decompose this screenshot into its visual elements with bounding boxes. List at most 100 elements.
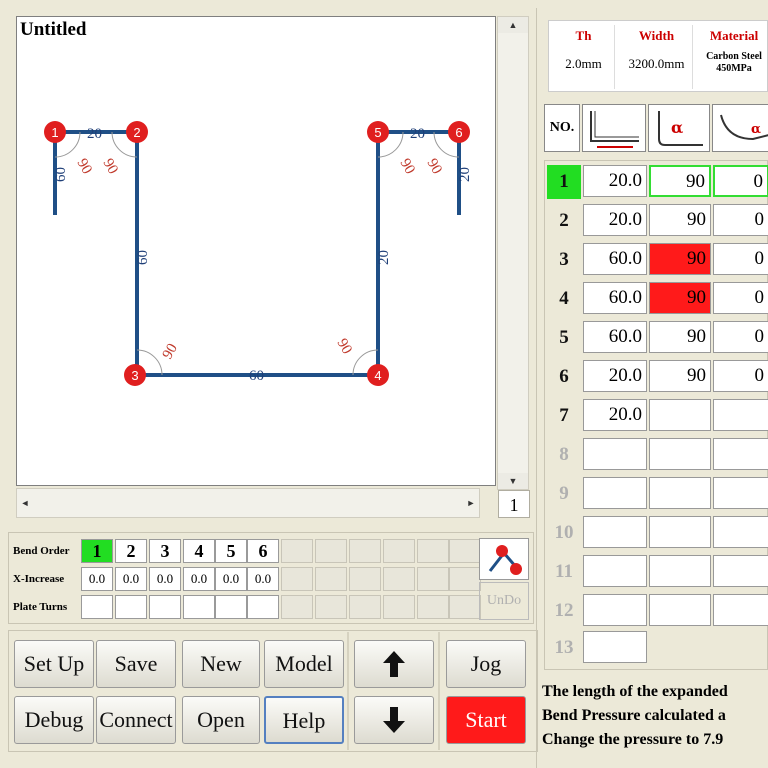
plate-turns-cell[interactable]: [417, 595, 449, 619]
radius-cell[interactable]: 0: [713, 204, 768, 236]
length-cell[interactable]: [583, 477, 647, 509]
length-cell[interactable]: 20.0: [583, 165, 647, 197]
open-button[interactable]: Open: [182, 696, 260, 744]
save-button[interactable]: Save: [96, 640, 176, 688]
length-cell[interactable]: 60.0: [583, 282, 647, 314]
bend-order-cell[interactable]: 5: [215, 539, 247, 563]
plate-turns-cell[interactable]: [183, 595, 215, 619]
bend-order-cell[interactable]: [383, 539, 415, 563]
length-cell[interactable]: [583, 516, 647, 548]
scroll-up-icon[interactable]: ▲: [498, 17, 528, 33]
bend-order-cell[interactable]: [449, 539, 481, 563]
length-cell[interactable]: [583, 594, 647, 626]
angle-cell[interactable]: 90: [649, 243, 711, 275]
scroll-right-icon[interactable]: ►: [463, 489, 479, 517]
radius-cell[interactable]: [713, 438, 768, 470]
x-increase-cell[interactable]: 0.0: [247, 567, 279, 591]
angle-cell[interactable]: 90: [649, 165, 711, 197]
node-marker[interactable]: 5: [367, 121, 389, 143]
radius-cell[interactable]: 0: [713, 165, 768, 197]
angle-cell[interactable]: [649, 555, 711, 587]
length-cell[interactable]: [583, 555, 647, 587]
start-button[interactable]: Start: [446, 696, 526, 744]
x-increase-cell[interactable]: 0.0: [115, 567, 147, 591]
bend-order-cell[interactable]: [281, 539, 313, 563]
plate-turns-cell[interactable]: [247, 595, 279, 619]
bend-order-cell[interactable]: 2: [115, 539, 147, 563]
x-increase-cell[interactable]: [417, 567, 449, 591]
plate-turns-cell[interactable]: [383, 595, 415, 619]
radius-cell[interactable]: 0: [713, 360, 768, 392]
x-increase-cell[interactable]: 0.0: [183, 567, 215, 591]
length-cell[interactable]: 20.0: [583, 204, 647, 236]
row-number[interactable]: 13: [547, 631, 581, 665]
horizontal-scrollbar[interactable]: ◄ ►: [16, 488, 480, 518]
connect-button[interactable]: Connect: [96, 696, 176, 744]
drawing-canvas[interactable]: Untitled 20 20 60 60 60 20 20 90 90 90 9…: [16, 16, 496, 486]
setup-button[interactable]: Set Up: [14, 640, 94, 688]
x-increase-cell[interactable]: 0.0: [149, 567, 181, 591]
length-cell[interactable]: 60.0: [583, 321, 647, 353]
row-number[interactable]: 9: [547, 477, 581, 511]
radius-cell[interactable]: [713, 594, 768, 626]
row-number[interactable]: 8: [547, 438, 581, 472]
x-increase-cell[interactable]: 0.0: [81, 567, 113, 591]
plate-turns-cell[interactable]: [115, 595, 147, 619]
bend-order-cell[interactable]: 4: [183, 539, 215, 563]
row-number[interactable]: 2: [547, 204, 581, 238]
x-increase-cell[interactable]: [349, 567, 381, 591]
bend-order-cell[interactable]: [349, 539, 381, 563]
width-param[interactable]: Width 3200.0mm: [621, 25, 693, 89]
x-increase-cell[interactable]: [315, 567, 347, 591]
length-cell[interactable]: [583, 438, 647, 470]
radius-cell[interactable]: 0: [713, 243, 768, 275]
row-number[interactable]: 7: [547, 399, 581, 433]
jog-button[interactable]: Jog: [446, 640, 526, 688]
bend-order-cell[interactable]: 6: [247, 539, 279, 563]
node-marker[interactable]: 2: [126, 121, 148, 143]
bend-order-cell[interactable]: 1: [81, 539, 113, 563]
vertical-scrollbar[interactable]: ▲ ▼: [497, 16, 529, 490]
row-number[interactable]: 10: [547, 516, 581, 550]
angle-cell[interactable]: [649, 516, 711, 548]
bend-order-cell[interactable]: [417, 539, 449, 563]
bend-order-cell[interactable]: 3: [149, 539, 181, 563]
move-down-button[interactable]: [354, 696, 434, 744]
radius-cell[interactable]: [713, 555, 768, 587]
node-marker[interactable]: 4: [367, 364, 389, 386]
row-number[interactable]: 6: [547, 360, 581, 394]
new-button[interactable]: New: [182, 640, 260, 688]
length-cell[interactable]: 20.0: [583, 399, 647, 431]
undo-button[interactable]: UnDo: [479, 582, 529, 620]
row-number[interactable]: 1: [547, 165, 581, 199]
x-increase-cell[interactable]: 0.0: [215, 567, 247, 591]
row-number[interactable]: 4: [547, 282, 581, 316]
angle-cell[interactable]: 90: [649, 360, 711, 392]
angle-cell[interactable]: [649, 477, 711, 509]
bend-order-cell[interactable]: [315, 539, 347, 563]
angle-cell[interactable]: 90: [649, 282, 711, 314]
node-marker[interactable]: 3: [124, 364, 146, 386]
length-cell[interactable]: [583, 631, 647, 663]
length-cell[interactable]: 60.0: [583, 243, 647, 275]
row-number[interactable]: 5: [547, 321, 581, 355]
redo-bend-button[interactable]: [479, 538, 529, 580]
radius-cell[interactable]: 0: [713, 321, 768, 353]
row-number[interactable]: 11: [547, 555, 581, 589]
plate-turns-cell[interactable]: [315, 595, 347, 619]
x-increase-cell[interactable]: [281, 567, 313, 591]
node-marker[interactable]: 6: [448, 121, 470, 143]
thickness-param[interactable]: Th 2.0mm: [553, 25, 615, 89]
scroll-left-icon[interactable]: ◄: [17, 489, 33, 517]
angle-cell[interactable]: [649, 438, 711, 470]
angle-cell[interactable]: [649, 399, 711, 431]
model-button[interactable]: Model: [264, 640, 344, 688]
node-marker[interactable]: 1: [44, 121, 66, 143]
help-button[interactable]: Help: [264, 696, 344, 744]
debug-button[interactable]: Debug: [14, 696, 94, 744]
scroll-down-icon[interactable]: ▼: [498, 473, 528, 489]
move-up-button[interactable]: [354, 640, 434, 688]
angle-cell[interactable]: 90: [649, 204, 711, 236]
row-number[interactable]: 12: [547, 594, 581, 628]
x-increase-cell[interactable]: [449, 567, 481, 591]
